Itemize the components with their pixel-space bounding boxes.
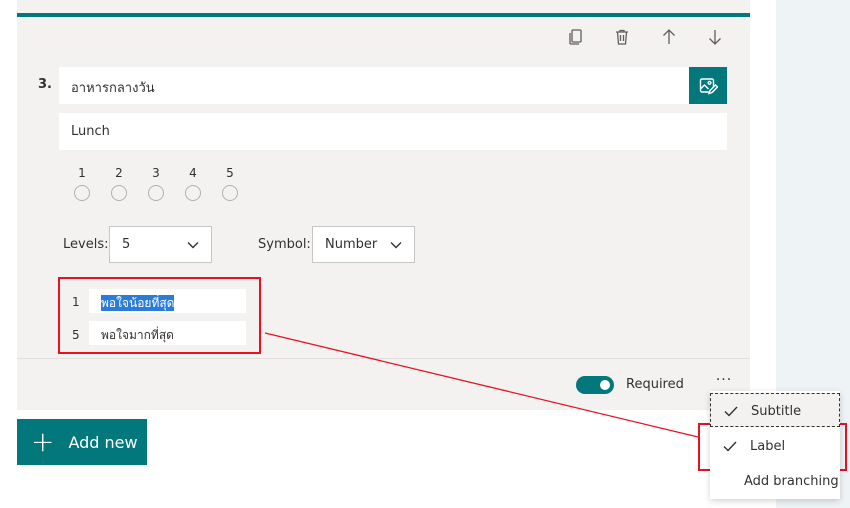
add-new-label: Add new (68, 432, 138, 452)
menu-item-label-option[interactable]: Label (710, 429, 840, 463)
more-options-menu: Subtitle Label Add branching (710, 391, 840, 499)
menu-item-subtitle[interactable]: Subtitle (710, 393, 840, 427)
plus-icon: + (31, 425, 55, 458)
check-icon (723, 441, 737, 452)
menu-item-label: Subtitle (751, 404, 802, 419)
menu-item-label: Add branching (744, 474, 839, 489)
check-icon (724, 406, 738, 417)
menu-item-label: Label (750, 439, 786, 454)
menu-item-add-branching[interactable]: Add branching (710, 464, 840, 498)
add-new-button[interactable]: + Add new (17, 419, 147, 465)
